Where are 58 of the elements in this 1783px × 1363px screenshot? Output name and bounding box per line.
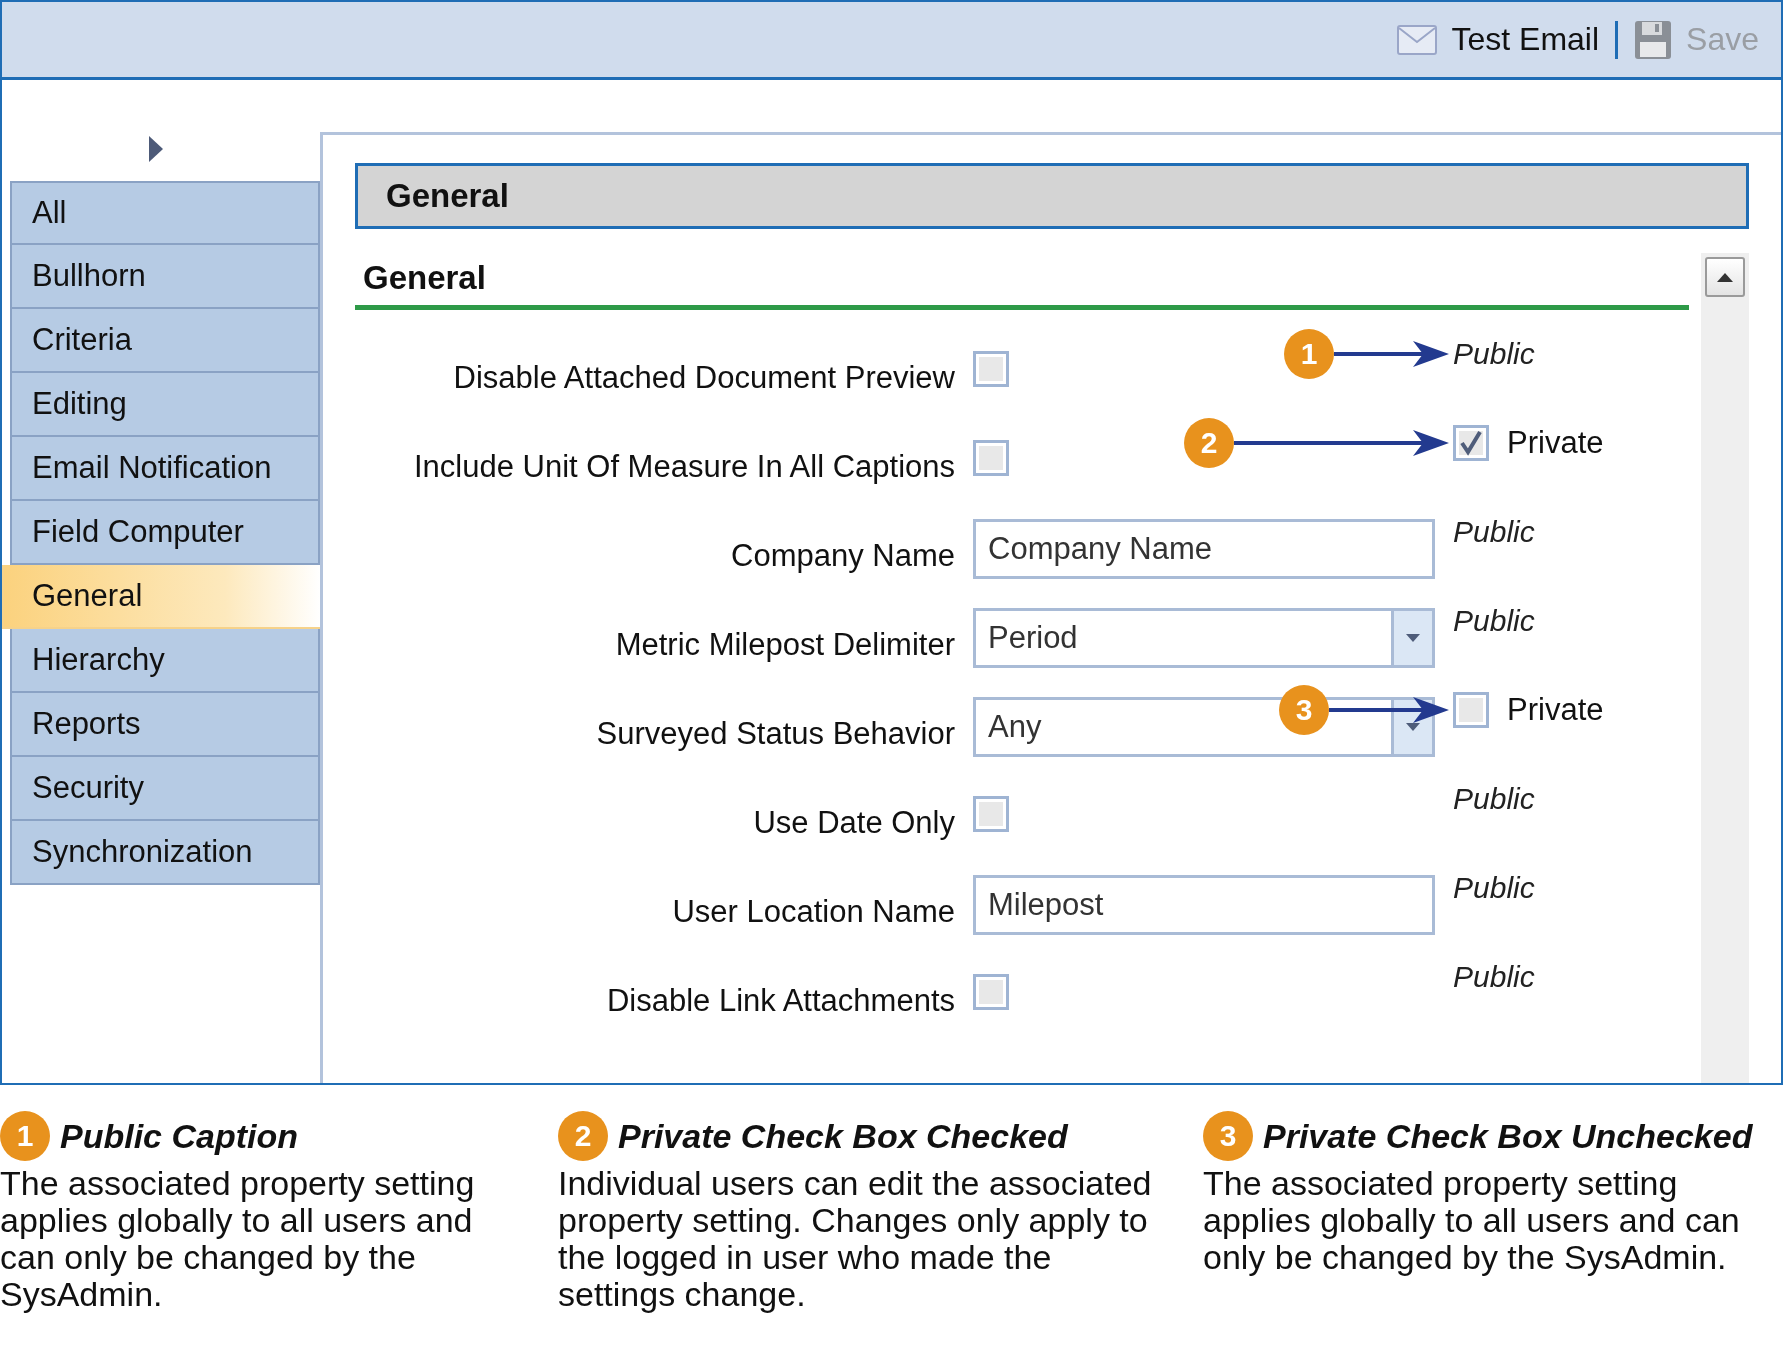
private-label: Private bbox=[1507, 425, 1604, 461]
caret-icon bbox=[1406, 633, 1420, 642]
sidebar-item[interactable]: Criteria bbox=[10, 309, 320, 373]
private-checkbox[interactable] bbox=[1453, 692, 1489, 728]
callout-badge: 1 bbox=[1284, 329, 1334, 379]
setting-checkbox[interactable] bbox=[973, 350, 1009, 387]
scrollbar[interactable] bbox=[1701, 253, 1749, 1083]
callout-badge: 2 bbox=[1184, 418, 1234, 468]
sidebar-item[interactable]: Hierarchy bbox=[10, 629, 320, 693]
callout-title: Private Check Box Unchecked bbox=[1263, 1116, 1753, 1156]
scroll-up-button[interactable] bbox=[1705, 257, 1745, 297]
setting-label: Disable Attached Document Preview bbox=[453, 359, 955, 396]
setting-checkbox[interactable] bbox=[973, 439, 1009, 476]
sidebar-item[interactable]: Email Notification bbox=[10, 437, 320, 501]
private-label: Private bbox=[1507, 692, 1604, 728]
scope-caption: Public bbox=[1453, 960, 1535, 994]
expand-arrow-icon[interactable] bbox=[148, 135, 164, 163]
callout-badge: 3 bbox=[1279, 685, 1329, 735]
setting-checkbox[interactable] bbox=[973, 795, 1009, 832]
setting-label: Surveyed Status Behavior bbox=[596, 715, 955, 752]
callout-text: The associated property setting applies globally to all users and can only be changed by the SysAdmin. bbox=[1203, 1165, 1741, 1276]
section-title: General bbox=[355, 259, 1689, 310]
sidebar-item[interactable]: All bbox=[10, 181, 320, 245]
scope-caption: Public bbox=[1453, 515, 1535, 549]
callout-text: Individual users can edit the associated property setting. Changes only apply to the logged in user who made the settings change. bbox=[558, 1165, 1153, 1313]
text-field[interactable]: Milepost bbox=[973, 874, 1435, 935]
callout-title: Public Caption bbox=[60, 1116, 298, 1156]
text-field[interactable]: Company Name bbox=[973, 518, 1435, 579]
setting-label: User Location Name bbox=[672, 893, 955, 930]
setting-label: Metric Milepost Delimiter bbox=[615, 626, 955, 663]
sidebar-item[interactable]: Bullhorn bbox=[10, 245, 320, 309]
setting-label: Disable Link Attachments bbox=[606, 982, 955, 1019]
caret-icon bbox=[1406, 722, 1420, 731]
setting-label: Include Unit Of Measure In All Captions bbox=[413, 448, 955, 485]
callout-title: Private Check Box Checked bbox=[618, 1116, 1068, 1156]
scope-caption: Public bbox=[1453, 604, 1535, 638]
scope-caption: Public bbox=[1453, 337, 1535, 371]
callout-text: The associated property setting applies globally to all users and can only be changed by the SysAdmin. bbox=[0, 1165, 476, 1313]
sidebar-item[interactable]: Editing bbox=[10, 373, 320, 437]
setting-checkbox[interactable] bbox=[973, 973, 1009, 1010]
callout-badge: 1 bbox=[0, 1111, 50, 1161]
sidebar-item[interactable]: Synchronization bbox=[10, 821, 320, 885]
sidebar-item[interactable]: Reports bbox=[10, 693, 320, 757]
up-arrow-icon bbox=[1717, 272, 1733, 282]
setting-label: Company Name bbox=[731, 537, 955, 574]
private-checkbox[interactable] bbox=[1453, 425, 1489, 461]
sidebar-item[interactable]: General bbox=[2, 565, 320, 629]
callout-badge: 2 bbox=[558, 1111, 608, 1161]
panel-header: General bbox=[355, 163, 1749, 229]
envelope-icon bbox=[1397, 24, 1438, 55]
test-email-button[interactable]: Test Email bbox=[1395, 17, 1602, 62]
scope-caption: Public bbox=[1453, 871, 1535, 905]
sidebar-item[interactable]: Field Computer bbox=[10, 501, 320, 565]
setting-label: Use Date Only bbox=[753, 804, 955, 841]
callout-badge: 3 bbox=[1203, 1111, 1253, 1161]
dropdown-field[interactable]: Period bbox=[973, 607, 1435, 668]
sidebar-item[interactable]: Security bbox=[10, 757, 320, 821]
scope-caption: Public bbox=[1453, 782, 1535, 816]
